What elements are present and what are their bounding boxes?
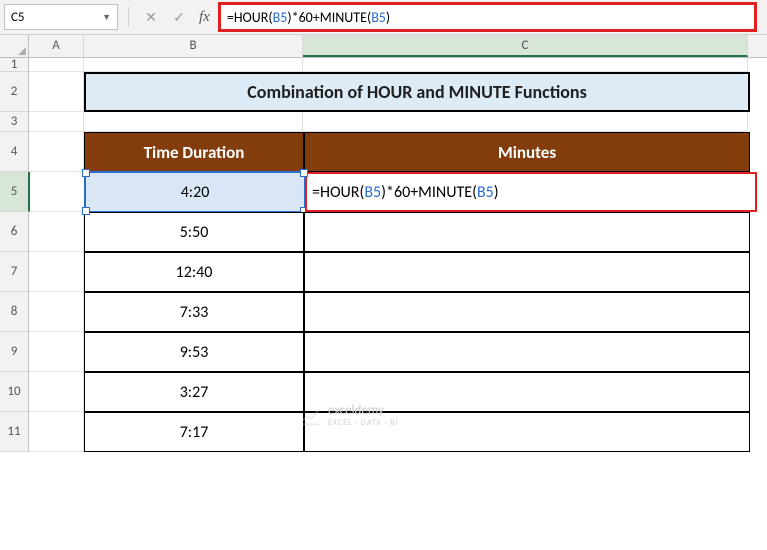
row-header-9[interactable]: 9 bbox=[0, 332, 29, 372]
column-headers: A B C bbox=[0, 35, 767, 58]
title-text: Combination of HOUR and MINUTE Functions bbox=[247, 81, 587, 103]
grid-row: 2 Combination of HOUR and MINUTE Functio… bbox=[0, 72, 767, 112]
cell-B7[interactable]: 12:40 bbox=[84, 252, 304, 292]
header-label: Minutes bbox=[498, 142, 556, 163]
cell[interactable] bbox=[29, 112, 84, 132]
spreadsheet-grid: A B C 1 2 Combination of HOUR and MINUTE… bbox=[0, 35, 767, 452]
cell-C11[interactable] bbox=[304, 412, 750, 452]
cancel-formula-button[interactable]: ✕ bbox=[139, 5, 163, 29]
cell[interactable] bbox=[303, 112, 748, 132]
header-label: Time Duration bbox=[144, 142, 245, 163]
cell-C7[interactable] bbox=[304, 252, 750, 292]
cell-value: 5:50 bbox=[180, 223, 209, 242]
cell-B9[interactable]: 9:53 bbox=[84, 332, 304, 372]
cell[interactable] bbox=[29, 412, 84, 452]
selection-handle bbox=[82, 207, 90, 215]
grid-row: 4 Time Duration Minutes bbox=[0, 132, 767, 172]
formula-text: =HOUR(B5)*60+MINUTE(B5) bbox=[227, 9, 390, 26]
select-all-corner[interactable] bbox=[0, 35, 29, 57]
header-time-duration[interactable]: Time Duration bbox=[84, 132, 304, 172]
cell-B6[interactable]: 5:50 bbox=[84, 212, 304, 252]
cell-B8[interactable]: 7:33 bbox=[84, 292, 304, 332]
chevron-down-icon[interactable]: ▼ bbox=[102, 12, 111, 23]
cell-B5[interactable]: 4:20 bbox=[85, 172, 305, 212]
cell[interactable] bbox=[84, 58, 303, 72]
row-header-5[interactable]: 5 bbox=[0, 172, 30, 212]
row-header-10[interactable]: 10 bbox=[0, 372, 29, 412]
cell-B11[interactable]: 7:17 bbox=[84, 412, 304, 452]
cell[interactable] bbox=[29, 72, 84, 112]
grid-row: 8 7:33 bbox=[0, 292, 767, 332]
grid-row: 9 9:53 bbox=[0, 332, 767, 372]
grid-row: 5 4:20 =HOUR(B5)*60+MINUTE(B5) bbox=[0, 172, 767, 212]
accept-formula-button[interactable]: ✓ bbox=[167, 5, 191, 29]
cell[interactable] bbox=[84, 112, 303, 132]
title-cell[interactable]: Combination of HOUR and MINUTE Functions bbox=[84, 72, 750, 112]
cell-C10[interactable] bbox=[304, 372, 750, 412]
cell[interactable] bbox=[29, 292, 84, 332]
row-header-8[interactable]: 8 bbox=[0, 292, 29, 332]
name-box[interactable]: C5 ▼ bbox=[4, 4, 118, 30]
cell-C6[interactable] bbox=[304, 212, 750, 252]
row-header-7[interactable]: 7 bbox=[0, 252, 29, 292]
cell-value: 12:40 bbox=[176, 263, 213, 282]
cell-C5[interactable]: =HOUR(B5)*60+MINUTE(B5) bbox=[305, 172, 757, 212]
column-header-C[interactable]: C bbox=[303, 35, 748, 57]
cell[interactable] bbox=[29, 132, 84, 172]
cell-B10[interactable]: 3:27 bbox=[84, 372, 304, 412]
grid-row: 11 7:17 bbox=[0, 412, 767, 452]
row-header-2[interactable]: 2 bbox=[0, 72, 29, 112]
cell[interactable] bbox=[30, 172, 85, 212]
row-header-4[interactable]: 4 bbox=[0, 132, 29, 172]
cell[interactable] bbox=[29, 372, 84, 412]
grid-row: 6 5:50 bbox=[0, 212, 767, 252]
cell-value: 7:33 bbox=[180, 303, 209, 322]
fx-icon[interactable]: fx bbox=[195, 9, 214, 26]
cell-C8[interactable] bbox=[304, 292, 750, 332]
row-header-6[interactable]: 6 bbox=[0, 212, 29, 252]
cell[interactable] bbox=[29, 212, 84, 252]
cell-formula-text: =HOUR(B5)*60+MINUTE(B5) bbox=[312, 183, 499, 202]
row-header-11[interactable]: 11 bbox=[0, 412, 29, 452]
name-box-value: C5 bbox=[11, 10, 25, 25]
cell[interactable] bbox=[29, 332, 84, 372]
cell[interactable] bbox=[29, 252, 84, 292]
formula-bar-row: C5 ▼ ✕ ✓ fx =HOUR(B5)*60+MINUTE(B5) bbox=[0, 0, 767, 35]
header-minutes[interactable]: Minutes bbox=[304, 132, 750, 172]
grid-row: 1 bbox=[0, 58, 767, 72]
cell-value: 9:53 bbox=[180, 343, 209, 362]
cell-value: 4:20 bbox=[181, 183, 210, 202]
cell[interactable] bbox=[303, 58, 748, 72]
cell[interactable] bbox=[29, 58, 84, 72]
column-header-B[interactable]: B bbox=[84, 35, 303, 57]
cell-value: 7:17 bbox=[180, 423, 209, 442]
row-header-3[interactable]: 3 bbox=[0, 112, 29, 132]
formula-bar[interactable]: =HOUR(B5)*60+MINUTE(B5) bbox=[218, 2, 757, 32]
column-header-A[interactable]: A bbox=[29, 35, 84, 57]
grid-row: 10 3:27 bbox=[0, 372, 767, 412]
grid-row: 3 bbox=[0, 112, 767, 132]
grid-row: 7 12:40 bbox=[0, 252, 767, 292]
cell-value: 3:27 bbox=[180, 383, 209, 402]
cell-C9[interactable] bbox=[304, 332, 750, 372]
separator bbox=[128, 7, 129, 27]
selection-handle bbox=[300, 169, 308, 177]
row-header-1[interactable]: 1 bbox=[0, 58, 29, 72]
